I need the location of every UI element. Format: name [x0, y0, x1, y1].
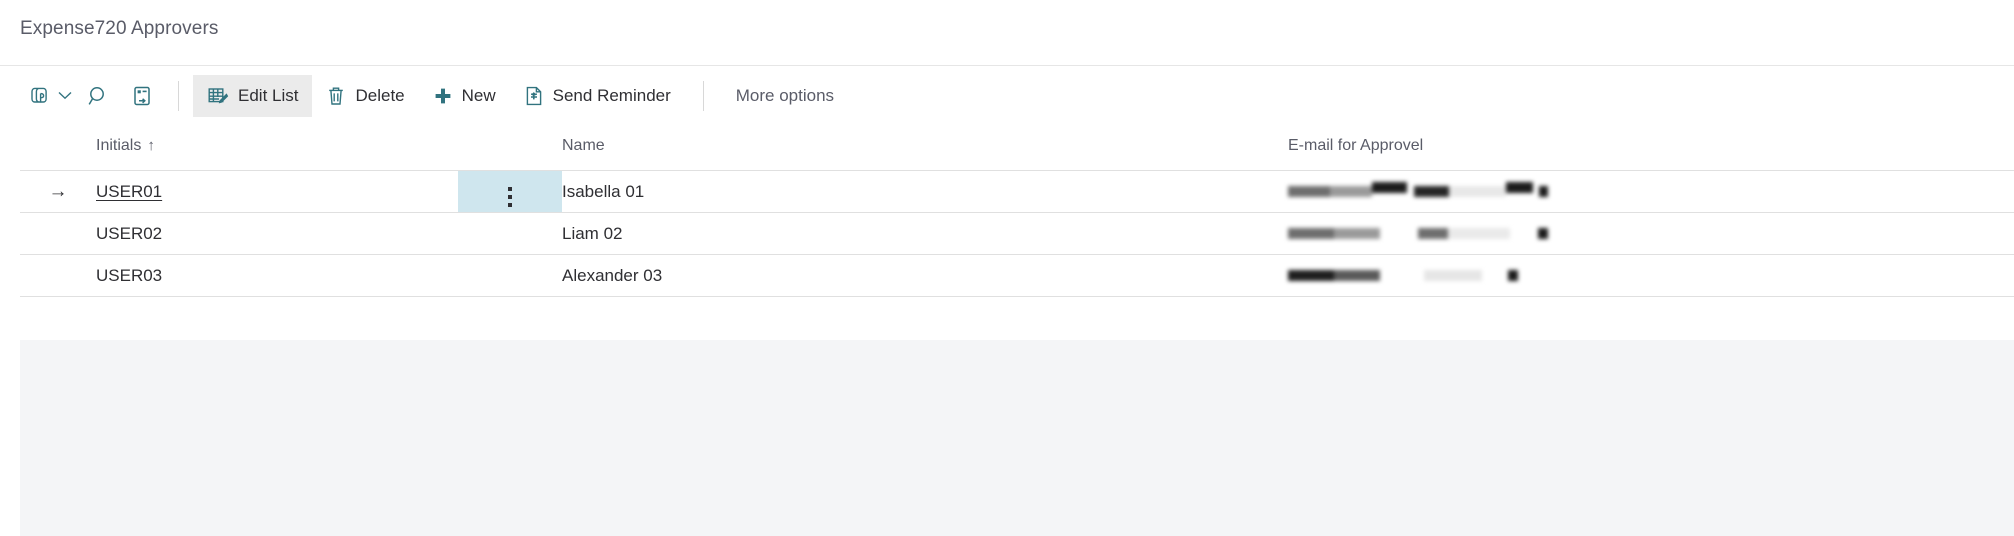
grid-column-headers: Initials ↑ Name E-mail for Approvel	[20, 125, 2014, 170]
list-grid: Initials ↑ Name E-mail for Approvel → USE…	[20, 125, 2014, 297]
edit-list-label: Edit List	[238, 85, 299, 105]
cell-email[interactable]	[1288, 212, 2014, 255]
column-header-name[interactable]: Name	[562, 137, 605, 155]
title-band: Expense720 Approvers	[0, 0, 2014, 65]
table-row[interactable]: USER02 Liam 02	[20, 212, 2014, 255]
page-background-filler	[20, 340, 2014, 536]
more-options-button[interactable]: More options	[722, 75, 848, 117]
toolbar-divider-1	[178, 80, 179, 111]
cell-initials[interactable]: USER01	[96, 170, 458, 213]
command-toolbar: Edit List Delete New Send Reminder More …	[0, 65, 2014, 125]
delete-button[interactable]: Delete	[312, 75, 418, 117]
trash-icon	[326, 85, 346, 107]
chevron-down-icon[interactable]	[58, 87, 72, 105]
grid-table: → USER01 Isabella 01 USER02 Liam 02 USER…	[20, 170, 2014, 297]
cell-email[interactable]	[1288, 254, 2014, 297]
more-vertical-icon[interactable]	[508, 187, 512, 207]
edit-list-button[interactable]: Edit List	[193, 74, 313, 117]
row-indicator-cell	[20, 212, 96, 255]
row-menu-cell[interactable]	[458, 212, 562, 255]
left-margin-strip	[0, 340, 20, 536]
column-header-initials[interactable]: Initials ↑	[96, 137, 155, 155]
new-label: New	[461, 85, 496, 105]
row-indicator-cell	[20, 254, 96, 297]
cell-initials[interactable]: USER02	[96, 212, 458, 255]
cell-name[interactable]: Alexander 03	[562, 254, 1288, 297]
column-header-email[interactable]: E-mail for Approvel	[1288, 137, 1423, 155]
redacted-email	[1288, 255, 1548, 296]
initials-link[interactable]: USER01	[96, 182, 162, 201]
send-reminder-button[interactable]: Send Reminder	[510, 75, 685, 117]
current-row-arrow-icon: →	[48, 180, 68, 202]
new-button[interactable]: New	[419, 75, 510, 117]
list-page: Expense720 Approvers Edit List Delete Ne…	[0, 0, 2014, 536]
cell-initials[interactable]: USER03	[96, 254, 458, 297]
toolbar-divider-2	[702, 80, 704, 111]
sort-ascending-icon: ↑	[147, 137, 155, 154]
delete-label: Delete	[355, 85, 405, 105]
redacted-email	[1288, 171, 1548, 212]
search-icon[interactable]	[76, 74, 120, 118]
send-reminder-label: Send Reminder	[552, 85, 671, 105]
row-indicator-cell: →	[20, 170, 96, 213]
send-reminder-icon	[524, 85, 544, 107]
redacted-email	[1288, 213, 1548, 254]
table-row[interactable]: USER03 Alexander 03	[20, 254, 2014, 297]
table-row[interactable]: → USER01 Isabella 01	[20, 170, 2014, 213]
cell-name[interactable]: Isabella 01	[562, 170, 1288, 213]
cell-name[interactable]: Liam 02	[562, 212, 1288, 255]
share-icon[interactable]	[20, 74, 76, 118]
row-menu-cell[interactable]	[458, 170, 562, 213]
open-in-new-window-icon[interactable]	[120, 74, 164, 118]
page-title: Expense720 Approvers	[20, 18, 219, 39]
plus-icon	[433, 86, 453, 106]
edit-list-icon	[207, 85, 229, 107]
cell-email[interactable]	[1288, 170, 2014, 213]
row-menu-cell[interactable]	[458, 254, 562, 297]
